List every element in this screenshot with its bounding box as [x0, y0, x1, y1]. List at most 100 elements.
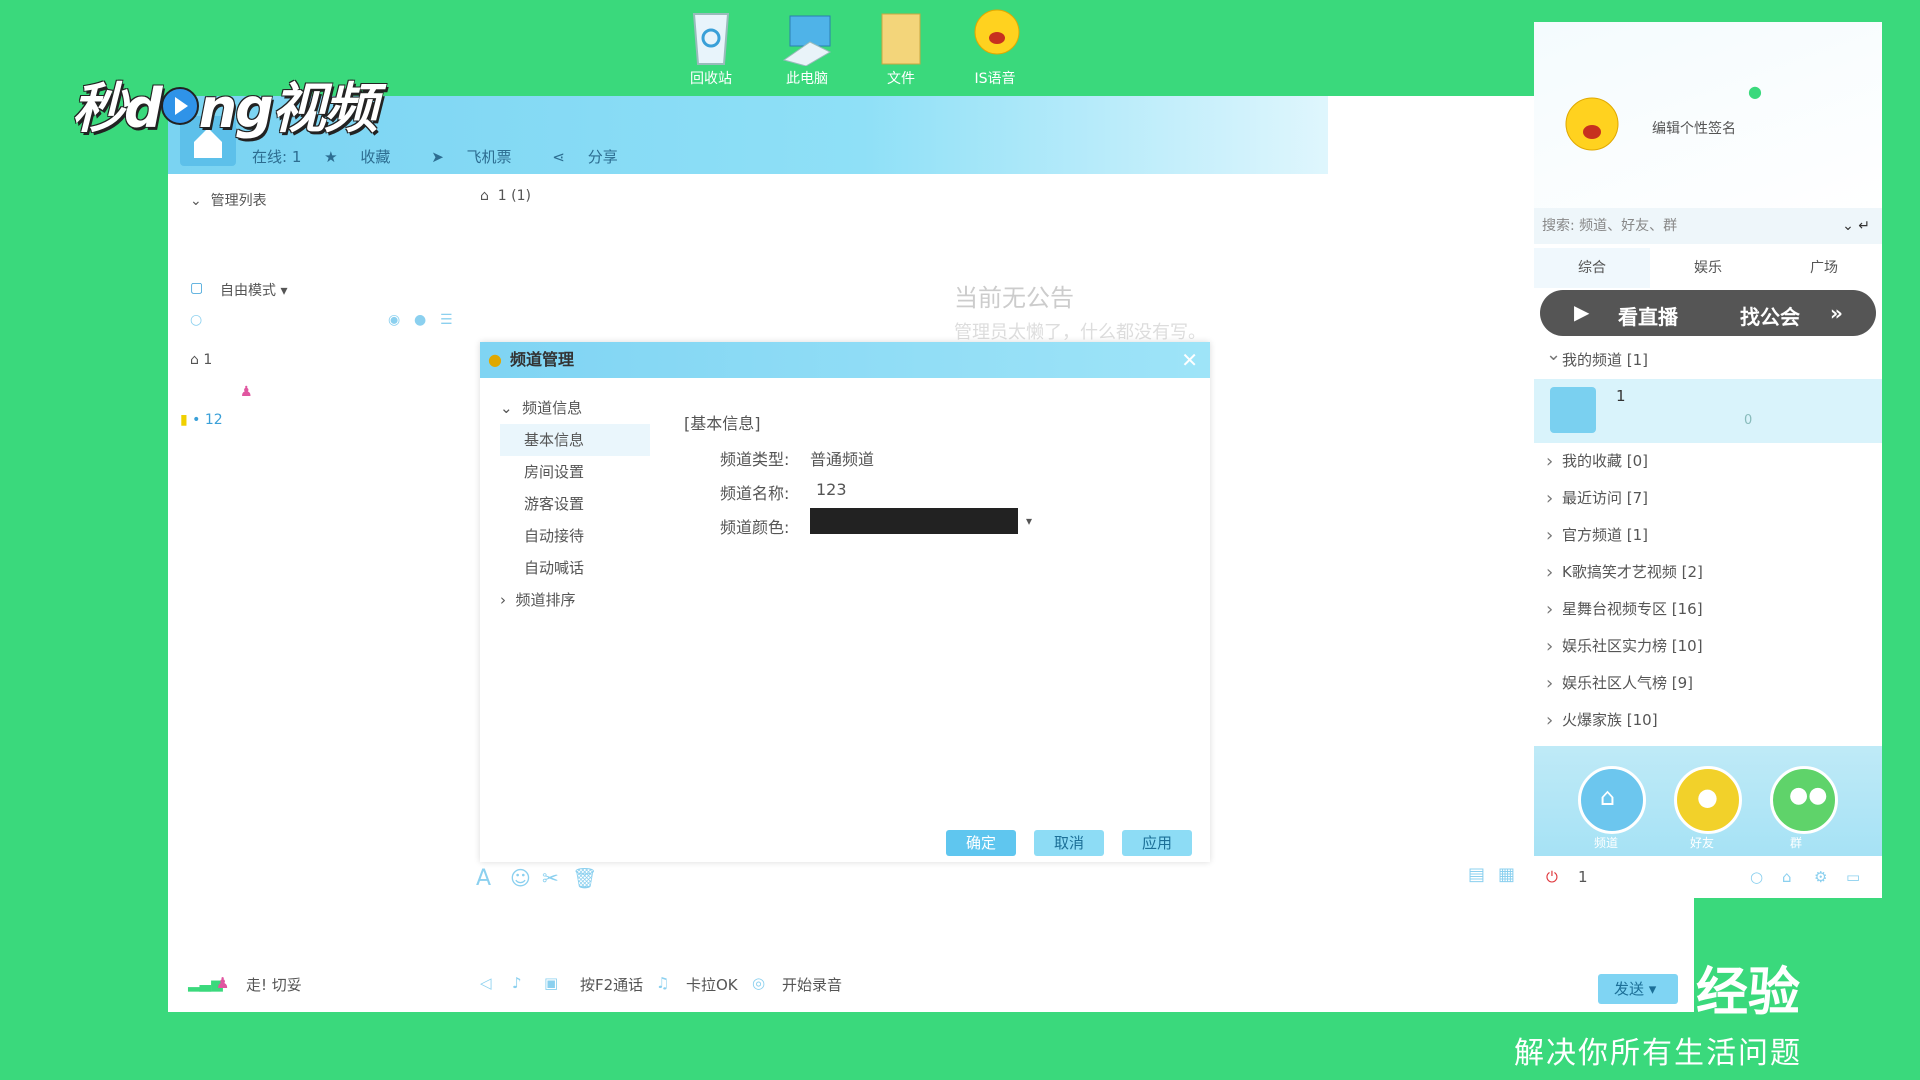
channel-management-dialog: ● 频道管理 ✕ ⌄ 频道信息 基本信息 房间设置 游客设置 自动接待 自动喊话…	[480, 342, 1210, 862]
nav-friends-button[interactable]: ●	[1674, 766, 1742, 834]
list-item[interactable]: 我的收藏 [0]	[1534, 443, 1882, 480]
user-icon[interactable]: ●	[414, 312, 426, 328]
search-input[interactable]: 搜索: 频道、好友、群 ⌄ ↵	[1534, 208, 1882, 244]
location-icon[interactable]: ◉	[388, 312, 400, 328]
ok-button[interactable]: 确定	[946, 830, 1016, 856]
store-icon[interactable]: ▦	[1498, 864, 1515, 885]
tab-general[interactable]: 综合	[1534, 248, 1650, 288]
find-guild-button[interactable]: 找公会	[1740, 301, 1800, 330]
chevron-down-icon[interactable]: ▾	[1649, 980, 1657, 998]
tab-entertainment[interactable]: 娱乐	[1650, 248, 1766, 288]
color-picker[interactable]	[810, 508, 1018, 534]
home-outline-icon[interactable]: ⌂	[1782, 868, 1792, 886]
home-icon: ⌂	[1600, 783, 1616, 811]
list-item[interactable]: K歌搞笑才艺视频 [2]	[1534, 554, 1882, 591]
type-label: 频道类型:	[720, 450, 790, 469]
nav-label: 群	[1790, 836, 1803, 850]
desktop-icon-label: 此电脑	[786, 71, 828, 87]
chevron-down-icon[interactable]: ▾	[1026, 514, 1032, 528]
scissors-icon[interactable]: ✂	[542, 866, 559, 890]
search-icon[interactable]: ○	[1750, 868, 1763, 886]
apply-button[interactable]: 应用	[1122, 830, 1192, 856]
nav-groups-button[interactable]: ●●	[1770, 766, 1838, 834]
dialog-title-bar[interactable]: ● 频道管理 ✕	[480, 342, 1210, 378]
desktop-icon-computer[interactable]: 此电脑	[762, 8, 852, 88]
nav-label: 频道	[1594, 836, 1619, 850]
profile-card: 编辑个性签名 ●	[1534, 22, 1882, 212]
sub-channel-item[interactable]: ▮ • 12	[180, 412, 223, 428]
list-item[interactable]: 火爆家族 [10]	[1534, 702, 1882, 739]
folder-icon	[874, 8, 928, 66]
notice-title: 当前无公告	[954, 284, 1074, 312]
channel-root-item[interactable]: ⌂ 1	[190, 352, 212, 368]
list-item[interactable]: 星舞台视频专区 [16]	[1534, 591, 1882, 628]
left-pane: ⌄ 管理列表 ▢ 自由模式 ▾ ○ ◉ ● ☰ ⌂ 1 ♟ ▮ • 12	[168, 174, 478, 1012]
tree-item-guest-settings[interactable]: 游客设置	[500, 488, 650, 520]
online-count: 在线: 1	[252, 148, 302, 166]
user-icon: ●	[1697, 783, 1718, 811]
desktop-icon-is-voice[interactable]: IS语音	[950, 8, 1040, 88]
close-icon[interactable]: ✕	[1181, 342, 1198, 378]
f2-talk-button[interactable]: 按F2通话	[580, 974, 643, 995]
record-icon: ◎	[752, 974, 766, 992]
panel-footer: ⏻ 1 ○ ⌂ ⚙ ▭	[1534, 860, 1882, 898]
manage-list-toggle[interactable]: ⌄ 管理列表	[190, 190, 267, 210]
desktop-icon-recycle-bin[interactable]: 回收站	[666, 8, 756, 88]
tree-item-auto-shout[interactable]: 自动喊话	[500, 552, 650, 584]
my-channel-entry[interactable]: 1 0	[1534, 379, 1882, 443]
cancel-button[interactable]: 取消	[1034, 830, 1104, 856]
channel-list: 我的频道 [1] 1 0 我的收藏 [0] 最近访问 [7] 官方频道 [1] …	[1534, 336, 1882, 739]
paper-plane-icon: ➤	[431, 148, 444, 166]
is-voice-icon	[968, 8, 1022, 66]
box-icon[interactable]: ▣	[544, 974, 558, 992]
gear-icon[interactable]: ⚙	[1814, 868, 1827, 886]
bottom-nav: ⌂ ● ●● 频道 好友 群	[1534, 746, 1882, 856]
star-icon: ★	[324, 148, 338, 166]
nav-channel-button[interactable]: ⌂	[1578, 766, 1646, 834]
tree-item-auto-reception[interactable]: 自动接待	[500, 520, 650, 552]
mode-select[interactable]: 自由模式 ▾	[220, 280, 287, 300]
nav-label: 好友	[1690, 836, 1715, 850]
favorite-label: 收藏	[360, 148, 391, 166]
font-icon[interactable]: A	[476, 866, 491, 891]
type-value: 普通频道	[810, 450, 875, 469]
favorite-button[interactable]: ★ 收藏	[324, 148, 408, 166]
trash-icon[interactable]: 🗑	[572, 866, 597, 890]
tree-item-room-settings[interactable]: 房间设置	[500, 456, 650, 488]
manage-list-label: 管理列表	[210, 193, 267, 209]
emoji-icon[interactable]: ☺	[510, 866, 531, 890]
tree-item-basic-info[interactable]: 基本信息	[500, 424, 650, 456]
notice-subtitle: 管理员太懒了，什么都没有写。	[954, 322, 1206, 343]
list-item[interactable]: 娱乐社区人气榜 [9]	[1534, 665, 1882, 702]
search-icon[interactable]: ○	[190, 312, 202, 328]
signature-field[interactable]: 编辑个性签名	[1652, 118, 1736, 138]
computer-icon	[780, 8, 834, 67]
message-icon[interactable]: ▭	[1846, 868, 1860, 886]
list-item[interactable]: 最近访问 [7]	[1534, 480, 1882, 517]
tree-group-channel-sort[interactable]: › 频道排序	[500, 584, 650, 616]
karaoke-button[interactable]: 卡拉OK	[686, 974, 738, 995]
watch-live-button[interactable]: 看直播	[1618, 301, 1678, 330]
ticket-label: 飞机票	[466, 148, 512, 166]
enter-icon[interactable]: ⌄ ↵	[1842, 208, 1870, 244]
mic-icon[interactable]: ♪	[512, 974, 522, 992]
list-item[interactable]: 娱乐社区实力榜 [10]	[1534, 628, 1882, 665]
list-icon[interactable]: ☰	[440, 312, 453, 328]
channel-name-field[interactable]: 123	[816, 480, 847, 499]
list-item-my-channels[interactable]: 我的频道 [1]	[1534, 336, 1882, 379]
speaker-icon[interactable]: ◁	[480, 974, 492, 992]
send-button[interactable]: 发送 ▾	[1598, 974, 1678, 1004]
record-button[interactable]: 开始录音	[782, 974, 842, 995]
music-icon: ♫	[656, 974, 670, 992]
slogan: 解决你所有生活问题	[1514, 1036, 1802, 1071]
gift-icon[interactable]: ▤	[1468, 864, 1485, 885]
ticket-button[interactable]: ➤ 飞机票	[431, 148, 529, 166]
share-button[interactable]: ⋖ 分享	[552, 148, 635, 166]
desktop-icon-folder[interactable]: 文件	[856, 8, 946, 88]
tree-group-channel-info[interactable]: ⌄ 频道信息	[500, 392, 650, 424]
tab-plaza[interactable]: 广场	[1766, 248, 1882, 288]
avatar[interactable]	[1562, 92, 1622, 168]
power-icon[interactable]: ⏻	[1546, 868, 1558, 886]
list-item[interactable]: 官方频道 [1]	[1534, 517, 1882, 554]
tree-group-label: 频道排序	[515, 591, 576, 609]
